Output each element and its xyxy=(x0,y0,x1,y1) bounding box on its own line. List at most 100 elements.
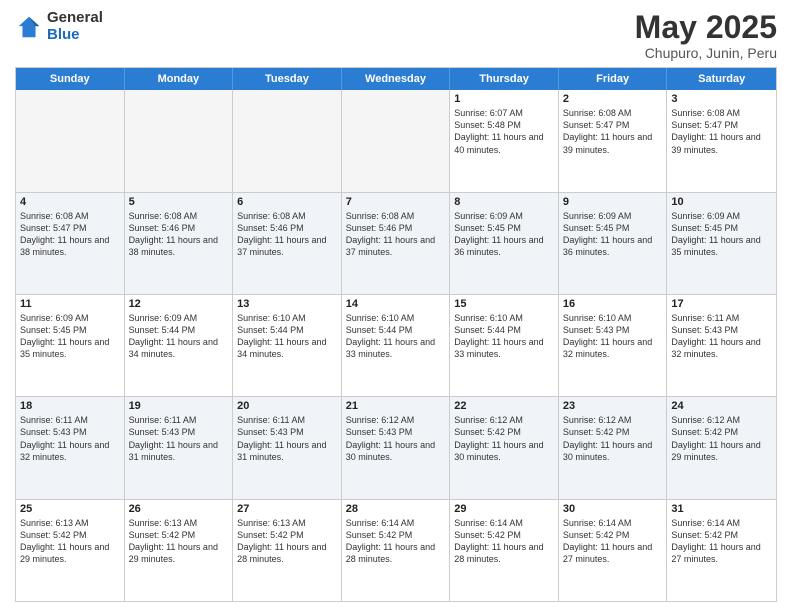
day-number: 7 xyxy=(346,196,446,208)
day-number: 25 xyxy=(20,503,120,515)
cell-info: Sunrise: 6:09 AM Sunset: 5:45 PM Dayligh… xyxy=(671,210,772,259)
day-number: 22 xyxy=(454,400,554,412)
day-number: 27 xyxy=(237,503,337,515)
calendar-cell-26: 26Sunrise: 6:13 AM Sunset: 5:42 PM Dayli… xyxy=(125,500,234,601)
calendar-cell-4: 4Sunrise: 6:08 AM Sunset: 5:47 PM Daylig… xyxy=(16,193,125,294)
header-day-thursday: Thursday xyxy=(450,68,559,90)
calendar-cell-empty-1 xyxy=(125,90,234,191)
calendar-cell-8: 8Sunrise: 6:09 AM Sunset: 5:45 PM Daylig… xyxy=(450,193,559,294)
calendar-cell-empty-0 xyxy=(16,90,125,191)
logo-blue-text: Blue xyxy=(47,27,103,44)
calendar-week-4: 18 Sunrise: 6:11 AM Sunset: 5:43 PM Dayli… xyxy=(16,397,776,499)
header-day-friday: Friday xyxy=(559,68,668,90)
calendar-cell-empty-2 xyxy=(233,90,342,191)
calendar-cell-23: 23Sunrise: 6:12 AM Sunset: 5:42 PM Dayli… xyxy=(559,397,668,498)
header: General Blue May 2025 Chupuro, Junin, Pe… xyxy=(15,10,777,61)
calendar-cell-19: 19 Sunrise: 6:11 AM Sunset: 5:43 PM Dayli… xyxy=(125,397,234,498)
header-day-tuesday: Tuesday xyxy=(233,68,342,90)
calendar-cell-10: 10 Sunrise: 6:09 AM Sunset: 5:45 PM Dayli… xyxy=(667,193,776,294)
calendar-body: 1 Sunrise: 6:07 AM Sunset: 5:48 PM Daylig… xyxy=(16,90,776,601)
calendar-cell-21: 21Sunrise: 6:12 AM Sunset: 5:43 PM Dayli… xyxy=(342,397,451,498)
cell-info: Sunrise: 6:13 AM Sunset: 5:42 PM Dayligh… xyxy=(20,517,120,566)
calendar-cell-20: 20 Sunrise: 6:11 AM Sunset: 5:43 PM Dayli… xyxy=(233,397,342,498)
day-number: 6 xyxy=(237,196,337,208)
calendar-cell-16: 16Sunrise: 6:10 AM Sunset: 5:43 PM Dayli… xyxy=(559,295,668,396)
day-number: 28 xyxy=(346,503,446,515)
calendar-cell-29: 29 Sunrise: 6:14 AM Sunset: 5:42 PM Dayli… xyxy=(450,500,559,601)
cell-info: Sunrise: 6:11 AM Sunset: 5:43 PM Dayligh… xyxy=(237,414,337,463)
day-number: 15 xyxy=(454,298,554,310)
calendar-cell-2: 2Sunrise: 6:08 AM Sunset: 5:47 PM Daylig… xyxy=(559,90,668,191)
cell-info: Sunrise: 6:11 AM Sunset: 5:43 PM Dayligh… xyxy=(671,312,772,361)
day-number: 11 xyxy=(20,298,120,310)
calendar-cell-12: 12 Sunrise: 6:09 AM Sunset: 5:44 PM Dayli… xyxy=(125,295,234,396)
day-number: 23 xyxy=(563,400,663,412)
calendar-cell-1: 1 Sunrise: 6:07 AM Sunset: 5:48 PM Daylig… xyxy=(450,90,559,191)
cell-info: Sunrise: 6:14 AM Sunset: 5:42 PM Dayligh… xyxy=(563,517,663,566)
calendar-cell-17: 17 Sunrise: 6:11 AM Sunset: 5:43 PM Dayli… xyxy=(667,295,776,396)
logo: General Blue xyxy=(15,10,103,43)
calendar-cell-6: 6 Sunrise: 6:08 AM Sunset: 5:46 PM Daylig… xyxy=(233,193,342,294)
day-number: 9 xyxy=(563,196,663,208)
calendar-cell-13: 13Sunrise: 6:10 AM Sunset: 5:44 PM Dayli… xyxy=(233,295,342,396)
calendar-week-1: 1 Sunrise: 6:07 AM Sunset: 5:48 PM Daylig… xyxy=(16,90,776,192)
day-number: 29 xyxy=(454,503,554,515)
logo-general-text: General xyxy=(47,10,103,27)
calendar-cell-14: 14 Sunrise: 6:10 AM Sunset: 5:44 PM Dayli… xyxy=(342,295,451,396)
page: General Blue May 2025 Chupuro, Junin, Pe… xyxy=(0,0,792,612)
calendar-cell-31: 31 Sunrise: 6:14 AM Sunset: 5:42 PM Dayli… xyxy=(667,500,776,601)
calendar-cell-24: 24Sunrise: 6:12 AM Sunset: 5:42 PM Dayli… xyxy=(667,397,776,498)
day-number: 5 xyxy=(129,196,229,208)
calendar-cell-5: 5 Sunrise: 6:08 AM Sunset: 5:46 PM Daylig… xyxy=(125,193,234,294)
cell-info: Sunrise: 6:08 AM Sunset: 5:47 PM Dayligh… xyxy=(563,107,663,156)
cell-info: Sunrise: 6:12 AM Sunset: 5:42 PM Dayligh… xyxy=(454,414,554,463)
cell-info: Sunrise: 6:09 AM Sunset: 5:45 PM Dayligh… xyxy=(20,312,120,361)
calendar-cell-3: 3Sunrise: 6:08 AM Sunset: 5:47 PM Daylig… xyxy=(667,90,776,191)
calendar-cell-25: 25 Sunrise: 6:13 AM Sunset: 5:42 PM Dayli… xyxy=(16,500,125,601)
header-day-sunday: Sunday xyxy=(16,68,125,90)
day-number: 19 xyxy=(129,400,229,412)
cell-info: Sunrise: 6:10 AM Sunset: 5:44 PM Dayligh… xyxy=(237,312,337,361)
cell-info: Sunrise: 6:14 AM Sunset: 5:42 PM Dayligh… xyxy=(454,517,554,566)
day-number: 18 xyxy=(20,400,120,412)
header-day-monday: Monday xyxy=(125,68,234,90)
day-number: 31 xyxy=(671,503,772,515)
day-number: 1 xyxy=(454,93,554,105)
cell-info: Sunrise: 6:09 AM Sunset: 5:44 PM Dayligh… xyxy=(129,312,229,361)
day-number: 10 xyxy=(671,196,772,208)
cell-info: Sunrise: 6:14 AM Sunset: 5:42 PM Dayligh… xyxy=(346,517,446,566)
calendar-cell-28: 28 Sunrise: 6:14 AM Sunset: 5:42 PM Dayli… xyxy=(342,500,451,601)
cell-info: Sunrise: 6:08 AM Sunset: 5:46 PM Dayligh… xyxy=(129,210,229,259)
logo-text: General Blue xyxy=(47,10,103,43)
logo-icon xyxy=(15,13,43,41)
day-number: 17 xyxy=(671,298,772,310)
day-number: 24 xyxy=(671,400,772,412)
day-number: 12 xyxy=(129,298,229,310)
calendar-cell-11: 11 Sunrise: 6:09 AM Sunset: 5:45 PM Dayli… xyxy=(16,295,125,396)
cell-info: Sunrise: 6:12 AM Sunset: 5:43 PM Dayligh… xyxy=(346,414,446,463)
calendar-week-3: 11 Sunrise: 6:09 AM Sunset: 5:45 PM Dayli… xyxy=(16,295,776,397)
calendar-week-2: 4Sunrise: 6:08 AM Sunset: 5:47 PM Daylig… xyxy=(16,193,776,295)
cell-info: Sunrise: 6:08 AM Sunset: 5:46 PM Dayligh… xyxy=(346,210,446,259)
day-number: 14 xyxy=(346,298,446,310)
cell-info: Sunrise: 6:13 AM Sunset: 5:42 PM Dayligh… xyxy=(129,517,229,566)
calendar-week-5: 25 Sunrise: 6:13 AM Sunset: 5:42 PM Dayli… xyxy=(16,500,776,601)
cell-info: Sunrise: 6:11 AM Sunset: 5:43 PM Dayligh… xyxy=(20,414,120,463)
day-number: 20 xyxy=(237,400,337,412)
title-block: May 2025 Chupuro, Junin, Peru xyxy=(635,10,777,61)
header-day-saturday: Saturday xyxy=(667,68,776,90)
calendar-cell-empty-3 xyxy=(342,90,451,191)
calendar-cell-30: 30 Sunrise: 6:14 AM Sunset: 5:42 PM Dayli… xyxy=(559,500,668,601)
cell-info: Sunrise: 6:11 AM Sunset: 5:43 PM Dayligh… xyxy=(129,414,229,463)
cell-info: Sunrise: 6:07 AM Sunset: 5:48 PM Dayligh… xyxy=(454,107,554,156)
cell-info: Sunrise: 6:10 AM Sunset: 5:44 PM Dayligh… xyxy=(454,312,554,361)
day-number: 4 xyxy=(20,196,120,208)
calendar-cell-7: 7 Sunrise: 6:08 AM Sunset: 5:46 PM Daylig… xyxy=(342,193,451,294)
calendar-cell-18: 18 Sunrise: 6:11 AM Sunset: 5:43 PM Dayli… xyxy=(16,397,125,498)
cell-info: Sunrise: 6:10 AM Sunset: 5:44 PM Dayligh… xyxy=(346,312,446,361)
header-day-wednesday: Wednesday xyxy=(342,68,451,90)
cell-info: Sunrise: 6:08 AM Sunset: 5:46 PM Dayligh… xyxy=(237,210,337,259)
cell-info: Sunrise: 6:13 AM Sunset: 5:42 PM Dayligh… xyxy=(237,517,337,566)
cell-info: Sunrise: 6:14 AM Sunset: 5:42 PM Dayligh… xyxy=(671,517,772,566)
day-number: 30 xyxy=(563,503,663,515)
